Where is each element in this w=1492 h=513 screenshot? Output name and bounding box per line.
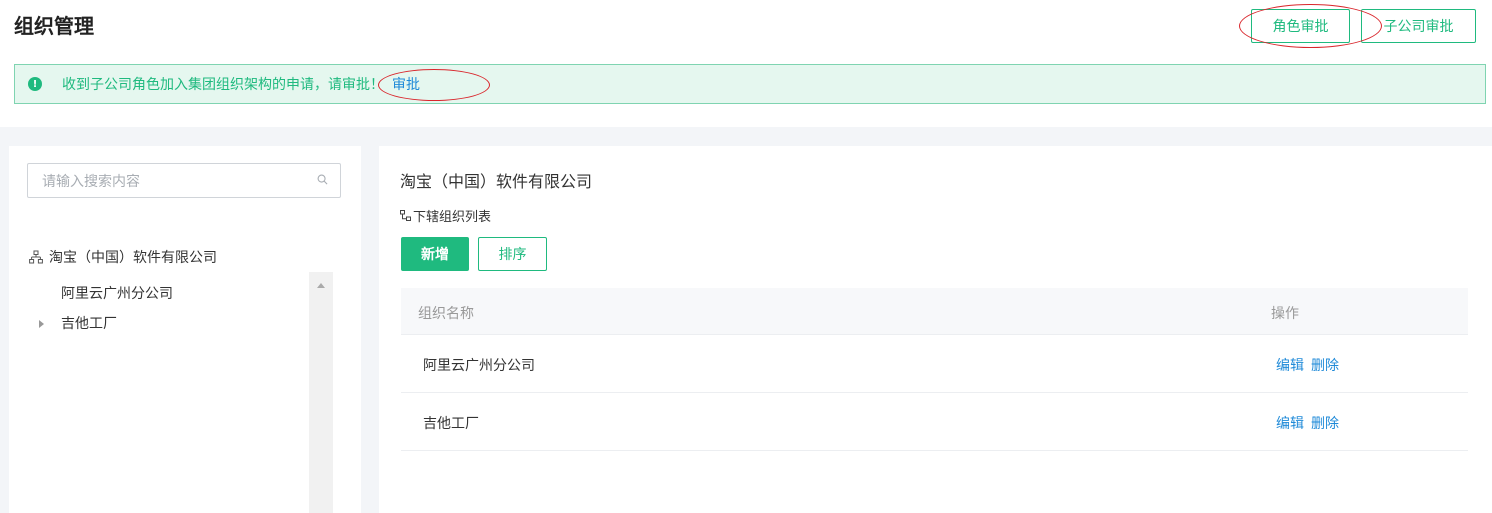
column-header-actions: 操作 <box>1271 306 1299 322</box>
add-button[interactable]: 新增 <box>401 237 469 271</box>
search-icon[interactable] <box>317 174 328 185</box>
subsidiary-approve-button[interactable]: 子公司审批 <box>1361 9 1476 43</box>
edit-link[interactable]: 编辑 <box>1276 358 1304 374</box>
sort-button[interactable]: 排序 <box>478 237 547 271</box>
search-placeholder: 请输入搜索内容 <box>42 173 140 190</box>
column-header-name: 组织名称 <box>418 306 474 322</box>
info-icon: ! <box>28 77 42 91</box>
hierarchy-icon <box>400 210 411 221</box>
org-tree-panel: 请输入搜索内容 淘宝（中国）软件有限公司 阿里云广州分公司 吉他工厂 <box>9 146 361 513</box>
alert-approve-link[interactable]: 审批 <box>392 74 420 94</box>
sub-org-list-header: 下辖组织列表 <box>400 206 491 225</box>
tree-root-node[interactable]: 淘宝（中国）软件有限公司 <box>29 247 217 267</box>
tree-scrollbar[interactable] <box>309 272 333 513</box>
row-actions: 编辑 删除 <box>1276 355 1339 375</box>
tree-item-aliyun-guangzhou[interactable]: 阿里云广州分公司 <box>61 283 173 303</box>
company-title: 淘宝（中国）软件有限公司 <box>400 172 593 191</box>
search-input[interactable]: 请输入搜索内容 <box>27 163 341 198</box>
sub-org-list-label: 下辖组织列表 <box>413 210 492 225</box>
row-actions: 编辑 删除 <box>1276 413 1339 433</box>
page-title: 组织管理 <box>14 14 94 38</box>
tree-item-guitar-factory[interactable]: 吉他工厂 <box>61 313 117 333</box>
org-detail-panel: 淘宝（中国）软件有限公司 下辖组织列表 新增 排序 组织名称 操作 阿里云广州分… <box>379 146 1492 513</box>
edit-link[interactable]: 编辑 <box>1276 416 1304 432</box>
table-header: 组织名称 操作 <box>401 288 1468 335</box>
delete-link[interactable]: 删除 <box>1311 416 1339 432</box>
alert-message: 收到子公司角色加入集团组织架构的申请，请审批！ <box>62 77 384 93</box>
page-header: 组织管理 角色审批 子公司审批 ! 收到子公司角色加入集团组织架构的申请，请审批… <box>0 0 1492 127</box>
approval-alert: ! 收到子公司角色加入集团组织架构的申请，请审批！ 审批 <box>14 64 1486 104</box>
delete-link[interactable]: 删除 <box>1311 358 1339 374</box>
caret-right-icon[interactable] <box>39 320 44 328</box>
sub-org-table: 组织名称 操作 阿里云广州分公司 编辑 删除 吉他工厂 编辑 删除 <box>401 288 1468 451</box>
org-structure-icon <box>29 250 43 264</box>
row-org-name: 吉他工厂 <box>423 416 479 432</box>
row-org-name: 阿里云广州分公司 <box>423 358 535 374</box>
table-row: 吉他工厂 编辑 删除 <box>401 393 1468 451</box>
scroll-up-icon[interactable] <box>317 283 325 288</box>
tree-root-label: 淘宝（中国）软件有限公司 <box>49 250 217 266</box>
role-approve-button[interactable]: 角色审批 <box>1251 9 1350 43</box>
table-row: 阿里云广州分公司 编辑 删除 <box>401 335 1468 393</box>
